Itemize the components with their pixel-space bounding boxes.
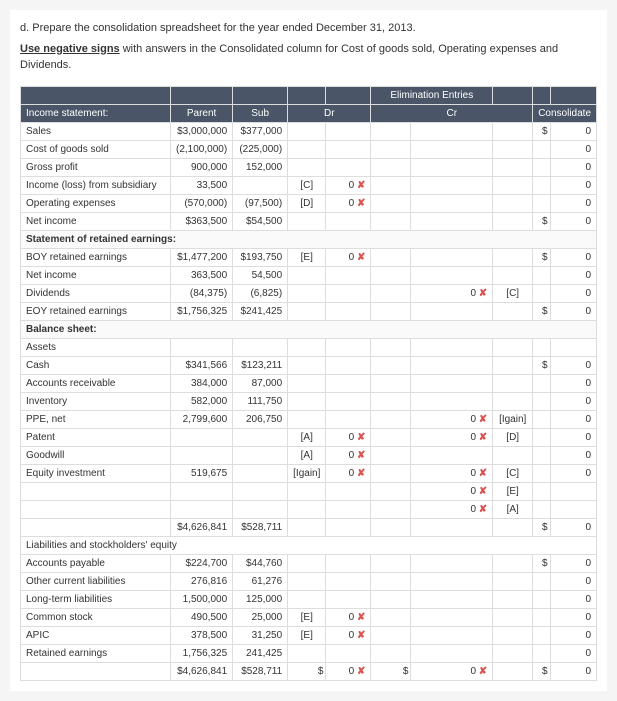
instruction-line-1: d. Prepare the consolidation spreadsheet… <box>20 20 597 37</box>
wrong-icon: ✘ <box>357 468 365 479</box>
wrong-icon: ✘ <box>357 612 365 623</box>
row-ltl: Long-term liabilities1,500,000125,0000 <box>21 590 597 608</box>
wrong-icon: ✘ <box>479 486 487 497</box>
wrong-icon: ✘ <box>357 630 365 641</box>
row-total-assets: $4,626,841$528,711$0 <box>21 518 597 536</box>
worksheet-container: d. Prepare the consolidation spreadsheet… <box>10 10 607 691</box>
header-income-stmt: Income statement: <box>21 104 171 122</box>
wrong-icon: ✘ <box>357 198 365 209</box>
wrong-icon: ✘ <box>479 504 487 515</box>
consolidation-table: Elimination Entries Income statement: Pa… <box>20 86 597 681</box>
row-income-sub: Income (loss) from subsidiary33,500[C]0 … <box>21 176 597 194</box>
wrong-icon: ✘ <box>357 252 365 263</box>
row-apic: APIC378,50031,250[E]0 ✘0 <box>21 626 597 644</box>
row-ocl: Other current liabilities276,81661,2760 <box>21 572 597 590</box>
row-netinc2: Net income363,50054,5000 <box>21 266 597 284</box>
wrong-icon: ✘ <box>357 666 365 677</box>
row-total-le: $4,626,841$528,711$0 ✘$0 ✘$0 <box>21 662 597 680</box>
row-goodwill: Goodwill[A]0 ✘0 <box>21 446 597 464</box>
row-inv: Inventory582,000111,7500 <box>21 392 597 410</box>
row-cash: Cash$341,566$123,211$0 <box>21 356 597 374</box>
instruction-emphasis: Use negative signs <box>20 43 120 55</box>
row-opex: Operating expenses(570,000)(97,500)[D]0 … <box>21 194 597 212</box>
header-cr: Cr <box>371 104 533 122</box>
row-liab: Liabilities and stockholders' equity <box>21 536 597 554</box>
wrong-icon: ✘ <box>357 450 365 461</box>
wrong-icon: ✘ <box>479 288 487 299</box>
row-gross: Gross profit900,000152,0000 <box>21 158 597 176</box>
row-sales: Sales$3,000,000$377,000$0 <box>21 122 597 140</box>
wrong-icon: ✘ <box>479 414 487 425</box>
header-consolidated: Consolidate <box>533 104 597 122</box>
header-dr: Dr <box>288 104 371 122</box>
header-parent: Parent <box>171 104 233 122</box>
row-netinc: Net income$363,500$54,500$0 <box>21 212 597 230</box>
row-cogs: Cost of goods sold(2,100,000)(225,000)0 <box>21 140 597 158</box>
wrong-icon: ✘ <box>357 180 365 191</box>
row-ppe: PPE, net2,799,600206,7500 ✘[Igain]0 <box>21 410 597 428</box>
row-stmt-re: Statement of retained earnings: <box>21 230 597 248</box>
row-eqinv2: 0 ✘[E] <box>21 482 597 500</box>
instruction-line-2: Use negative signs with answers in the C… <box>20 41 597 74</box>
wrong-icon: ✘ <box>479 432 487 443</box>
wrong-icon: ✘ <box>479 666 487 677</box>
row-eqinv3: 0 ✘[A] <box>21 500 597 518</box>
row-re: Retained earnings1,756,325241,4250 <box>21 644 597 662</box>
row-ar: Accounts receivable384,00087,0000 <box>21 374 597 392</box>
row-bs: Balance sheet: <box>21 320 597 338</box>
row-cs: Common stock490,50025,000[E]0 ✘0 <box>21 608 597 626</box>
header-elim: Elimination Entries <box>371 86 493 104</box>
wrong-icon: ✘ <box>357 432 365 443</box>
row-div: Dividends(84,375)(6,825)0 ✘[C]0 <box>21 284 597 302</box>
row-eoy: EOY retained earnings$1,756,325$241,425$… <box>21 302 597 320</box>
row-boy: BOY retained earnings$1,477,200$193,750[… <box>21 248 597 266</box>
header-sub: Sub <box>233 104 288 122</box>
row-ap: Accounts payable$224,700$44,760$0 <box>21 554 597 572</box>
row-eqinv: Equity investment519,675[Igain]0 ✘0 ✘[C]… <box>21 464 597 482</box>
row-patent: Patent[A]0 ✘0 ✘[D]0 <box>21 428 597 446</box>
instructions: d. Prepare the consolidation spreadsheet… <box>20 20 597 74</box>
wrong-icon: ✘ <box>479 468 487 479</box>
row-assets: Assets <box>21 338 597 356</box>
